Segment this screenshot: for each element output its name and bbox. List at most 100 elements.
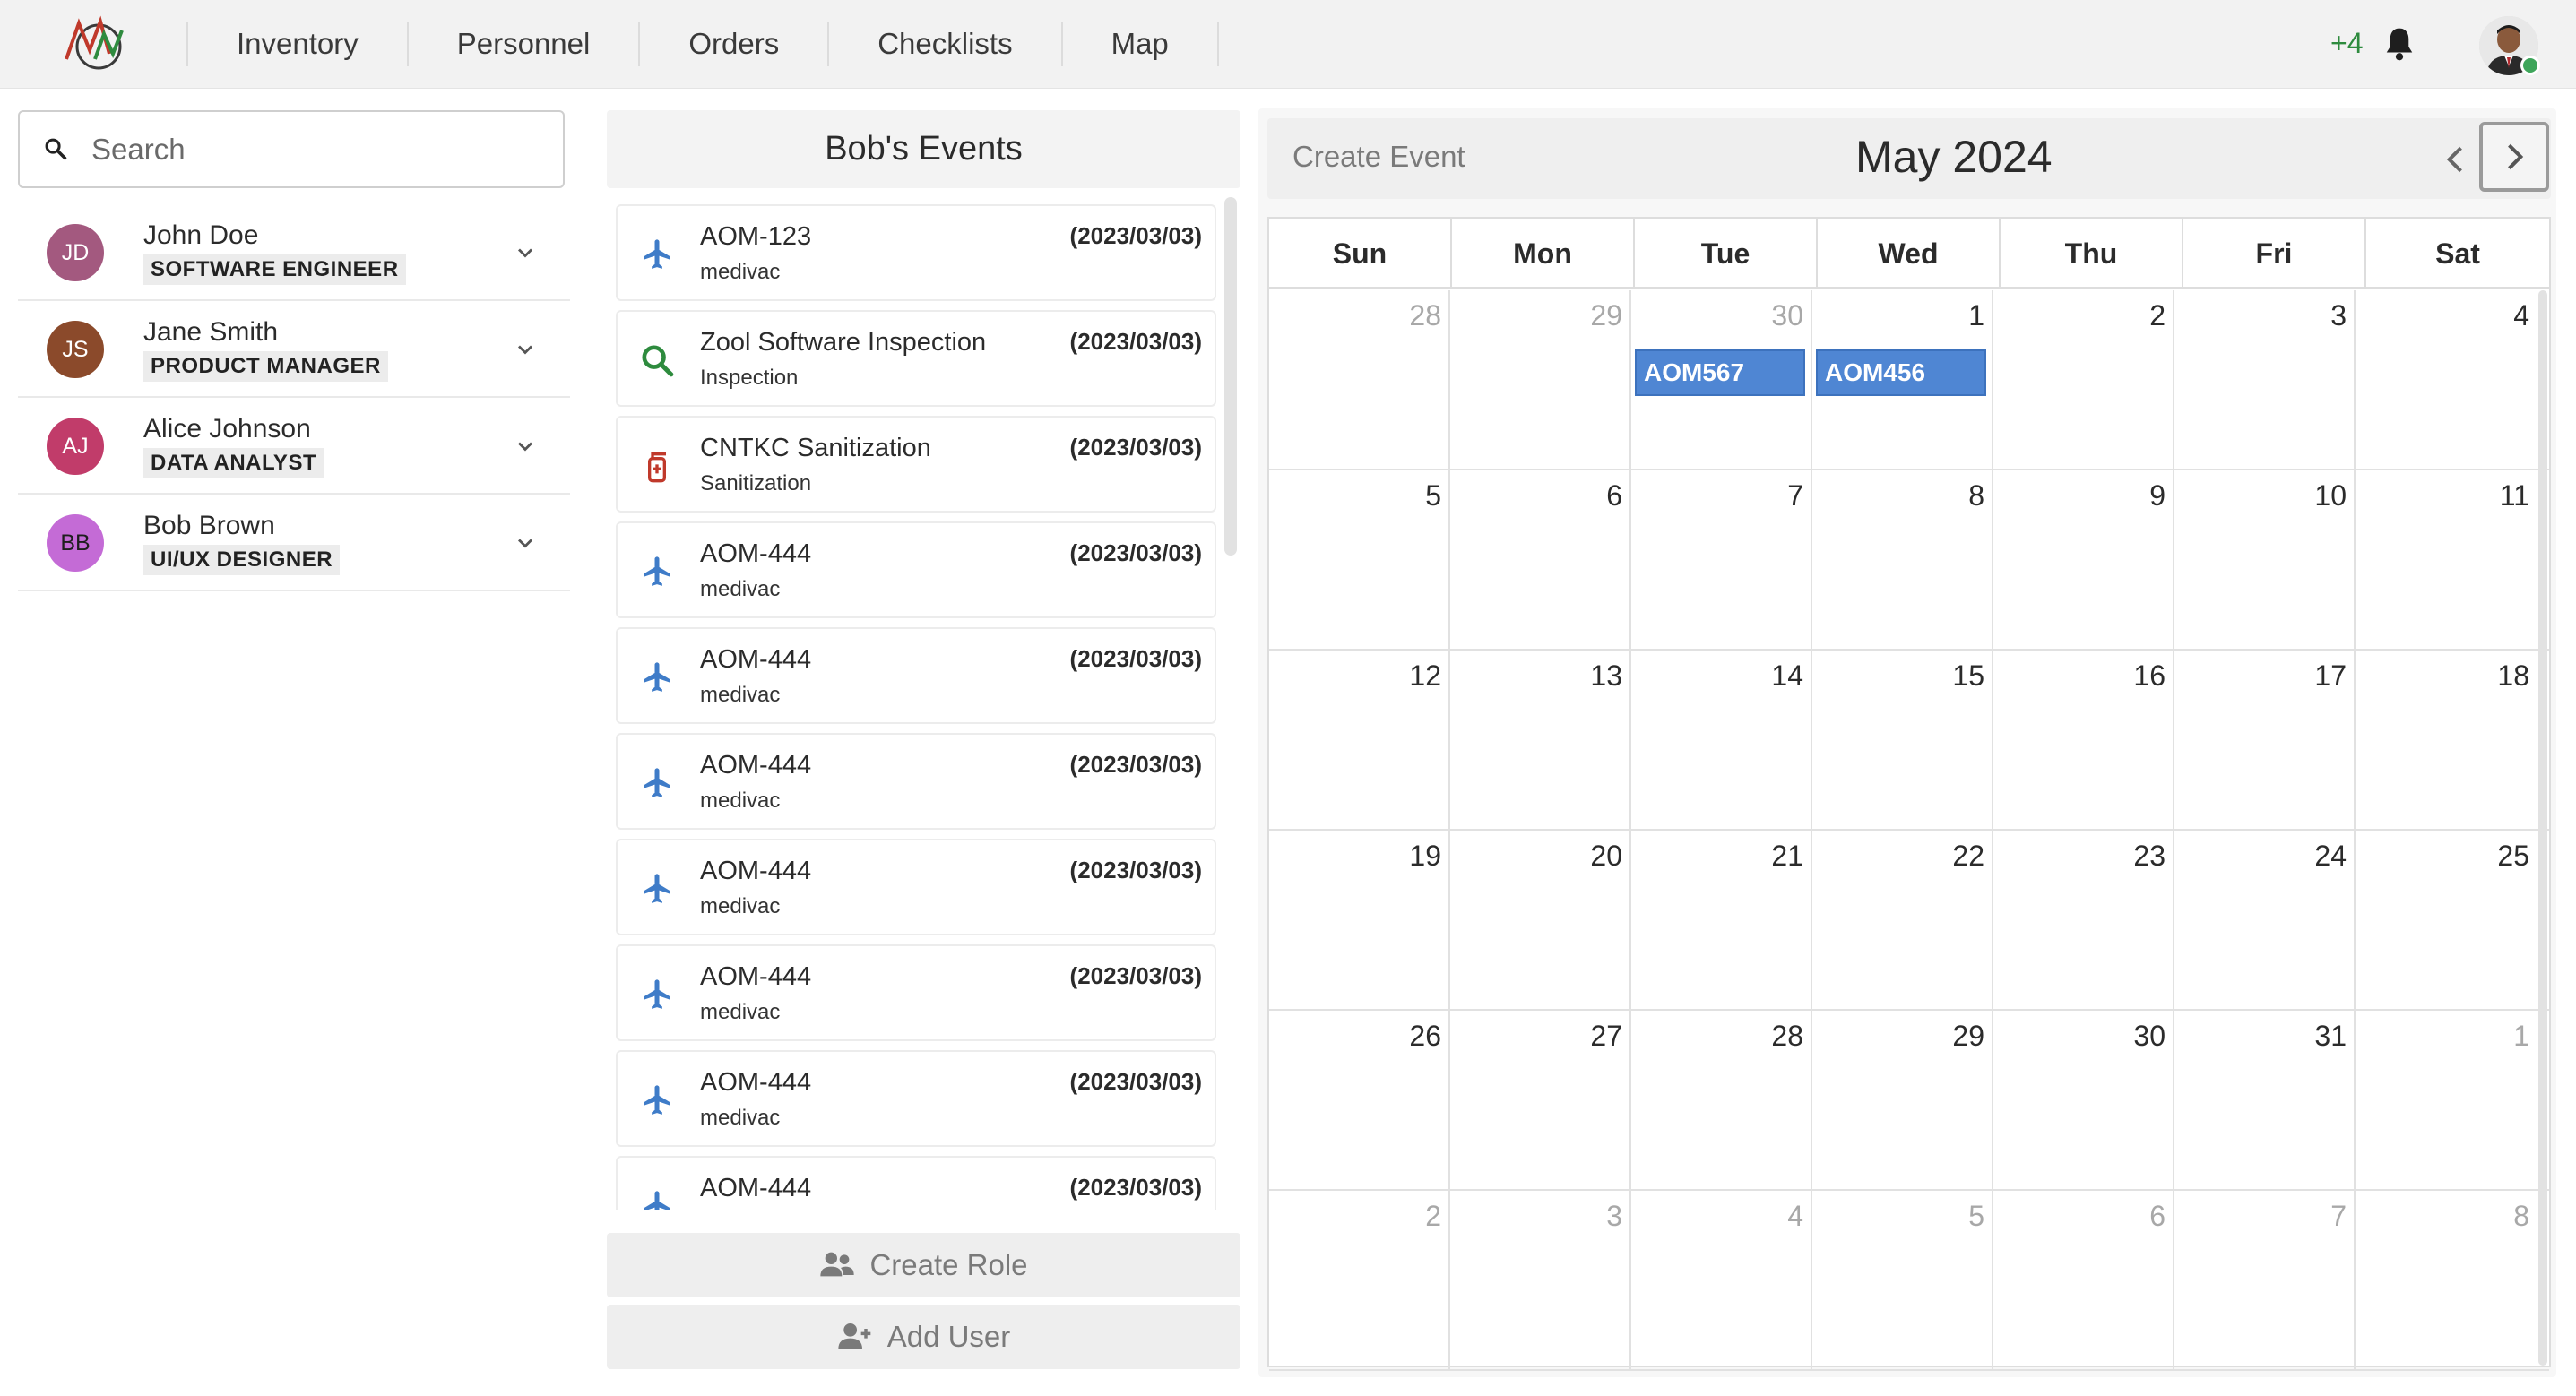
calendar-day-cell[interactable]: 17 <box>2174 651 2356 831</box>
calendar-event[interactable]: AOM567 <box>1635 349 1805 396</box>
nav-orders[interactable]: Orders <box>640 22 830 66</box>
calendar-day-cell[interactable]: 26 <box>1269 1011 1450 1191</box>
calendar-day-cell[interactable]: 2 <box>1993 290 2174 470</box>
calendar-day-cell[interactable]: 27 <box>1450 1011 1631 1191</box>
calendar-day-cell[interactable]: 24 <box>2174 831 2356 1011</box>
person-row[interactable]: JS Jane Smith PRODUCT MANAGER <box>18 301 570 398</box>
calendar-day-cell[interactable]: 30 AOM567 <box>1631 290 1812 470</box>
calendar-day-cell[interactable]: 7 <box>2174 1191 2356 1371</box>
nav-personnel[interactable]: Personnel <box>409 22 641 66</box>
person-row[interactable]: BB Bob Brown UI/UX DESIGNER <box>18 495 570 591</box>
search-box[interactable] <box>18 110 565 188</box>
chevron-down-icon[interactable] <box>513 337 538 362</box>
calendar-scrollbar[interactable] <box>2538 290 2547 1366</box>
event-card[interactable]: AOM-444 medivac (2023/03/03) <box>616 733 1216 830</box>
sanitizer-icon <box>648 452 666 483</box>
calendar-day-cell[interactable]: 25 <box>2356 831 2537 1011</box>
calendar-day-cell[interactable]: 1 <box>2356 1011 2537 1191</box>
calendar-day-cell[interactable]: 6 <box>1450 470 1631 651</box>
event-title: AOM-444 <box>700 751 812 780</box>
calendar-day-cell[interactable]: 1 AOM456 <box>1812 290 1993 470</box>
nav-inventory[interactable]: Inventory <box>188 22 409 66</box>
calendar-day-cell[interactable]: 12 <box>1269 651 1450 831</box>
event-card[interactable]: AOM-444 medivac (2023/03/03) <box>616 1050 1216 1147</box>
nav-checklists[interactable]: Checklists <box>829 22 1063 66</box>
event-type: medivac <box>700 260 781 284</box>
calendar-day-cell[interactable]: 5 <box>1812 1191 1993 1371</box>
calendar-day-cell[interactable]: 30 <box>1993 1011 2174 1191</box>
event-card[interactable]: AOM-444 medivac (2023/03/03) <box>616 521 1216 618</box>
day-number: 7 <box>1787 479 1803 512</box>
calendar-day-cell[interactable]: 3 <box>1450 1191 1631 1371</box>
next-month-button[interactable] <box>2479 122 2549 192</box>
calendar-day-cell[interactable]: 5 <box>1269 470 1450 651</box>
day-number: 28 <box>1771 1020 1803 1052</box>
create-event-button[interactable]: Create Event <box>1292 140 1465 174</box>
prev-month-button[interactable] <box>2436 140 2476 179</box>
calendar-day-cell[interactable]: 23 <box>1993 831 2174 1011</box>
calendar-day-cell[interactable]: 22 <box>1812 831 1993 1011</box>
event-type: medivac <box>700 1000 781 1024</box>
calendar-day-cell[interactable]: 7 <box>1631 470 1812 651</box>
add-user-button[interactable]: Add User <box>607 1305 1240 1369</box>
calendar-day-cell[interactable]: 14 <box>1631 651 1812 831</box>
weekday-label: Wed <box>1818 219 2001 289</box>
app-logo[interactable] <box>59 14 136 72</box>
calendar-day-cell[interactable]: 21 <box>1631 831 1812 1011</box>
calendar-day-cell[interactable]: 18 <box>2356 651 2537 831</box>
chevron-down-icon[interactable] <box>513 530 538 556</box>
calendar-day-cell[interactable]: 20 <box>1450 831 1631 1011</box>
calendar-day-cell[interactable]: 29 <box>1812 1011 1993 1191</box>
event-type: medivac <box>700 577 781 601</box>
create-role-button[interactable]: Create Role <box>607 1233 1240 1297</box>
calendar-week: 19 20 21 22 23 24 25 <box>1269 831 2549 1011</box>
plane-icon <box>644 768 670 797</box>
calendar-day-cell[interactable]: 29 <box>1450 290 1631 470</box>
person-name: Jane Smith <box>143 317 279 347</box>
calendar-day-cell[interactable]: 8 <box>2356 1191 2537 1371</box>
events-scrollbar[interactable] <box>1224 197 1237 556</box>
top-navbar: Inventory Personnel Orders Checklists Ma… <box>0 0 2576 89</box>
calendar-day-cell[interactable]: 15 <box>1812 651 1993 831</box>
person-row[interactable]: JD John Doe SOFTWARE ENGINEER <box>18 204 570 301</box>
calendar-day-cell[interactable]: 6 <box>1993 1191 2174 1371</box>
events-list[interactable]: AOM-123 medivac (2023/03/03) Zool Softwa… <box>607 195 1240 1210</box>
calendar-week: 2 3 4 5 6 7 8 <box>1269 1191 2549 1371</box>
calendar-day-cell[interactable]: 16 <box>1993 651 2174 831</box>
event-card[interactable]: AOM-444 medivac (2023/03/03) <box>616 944 1216 1041</box>
search-input[interactable] <box>91 125 540 175</box>
calendar-day-cell[interactable]: 31 <box>2174 1011 2356 1191</box>
event-card[interactable]: AOM-123 medivac (2023/03/03) <box>616 204 1216 301</box>
calendar-day-cell[interactable]: 3 <box>2174 290 2356 470</box>
calendar-event[interactable]: AOM456 <box>1816 349 1986 396</box>
events-header: Bob's Events <box>607 110 1240 188</box>
chevron-down-icon[interactable] <box>513 240 538 265</box>
day-number: 24 <box>2314 840 2347 872</box>
day-number: 25 <box>2497 840 2529 872</box>
person-name: Alice Johnson <box>143 414 311 444</box>
nav-map[interactable]: Map <box>1063 22 1219 66</box>
notification-count[interactable]: +4 <box>2330 27 2363 60</box>
event-card[interactable]: CNTKC Sanitization Sanitization (2023/03… <box>616 416 1216 513</box>
weekday-label: Tue <box>1635 219 1818 289</box>
plane-icon <box>644 1085 670 1115</box>
calendar-day-cell[interactable]: 8 <box>1812 470 1993 651</box>
calendar-day-cell[interactable]: 28 <box>1631 1011 1812 1191</box>
calendar-day-cell[interactable]: 13 <box>1450 651 1631 831</box>
calendar-day-cell[interactable]: 10 <box>2174 470 2356 651</box>
calendar-day-cell[interactable]: 9 <box>1993 470 2174 651</box>
calendar-day-cell[interactable]: 28 <box>1269 290 1450 470</box>
person-row[interactable]: AJ Alice Johnson DATA ANALYST <box>18 398 570 495</box>
calendar-day-cell[interactable]: 11 <box>2356 470 2537 651</box>
bell-icon[interactable] <box>2382 25 2416 63</box>
chevron-down-icon[interactable] <box>513 434 538 459</box>
event-card[interactable]: AOM-444 (2023/03/03) <box>616 1156 1216 1210</box>
calendar-day-cell[interactable]: 4 <box>1631 1191 1812 1371</box>
event-card[interactable]: Zool Software Inspection Inspection (202… <box>616 310 1216 407</box>
event-card[interactable]: AOM-444 medivac (2023/03/03) <box>616 627 1216 724</box>
event-card[interactable]: AOM-444 medivac (2023/03/03) <box>616 839 1216 935</box>
calendar-day-cell[interactable]: 2 <box>1269 1191 1450 1371</box>
calendar-day-cell[interactable]: 19 <box>1269 831 1450 1011</box>
weekday-label: Sun <box>1269 219 1452 289</box>
calendar-day-cell[interactable]: 4 <box>2356 290 2537 470</box>
